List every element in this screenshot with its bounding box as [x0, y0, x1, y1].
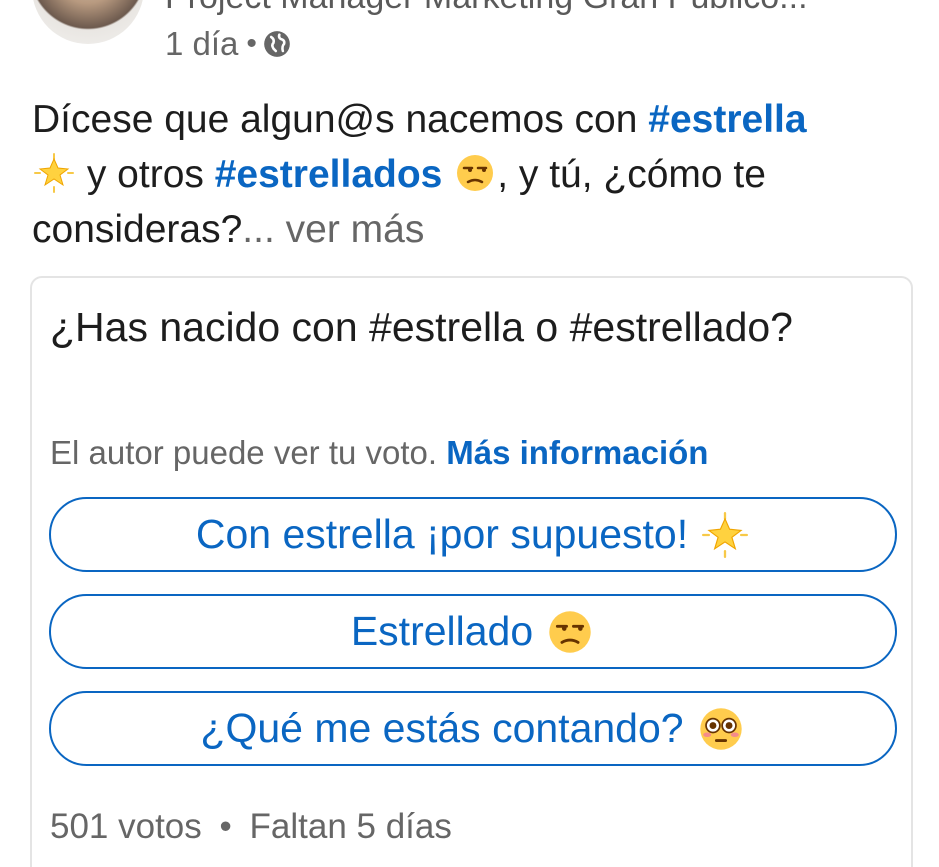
- ellipsis: ...: [242, 208, 275, 251]
- poll-option-label: ¿Qué me estás contando?: [200, 705, 684, 751]
- post-time: 1 día: [165, 25, 239, 62]
- post-text-segment: y otros: [86, 153, 215, 196]
- author-avatar[interactable]: [32, 0, 144, 44]
- flushed-face-emoji-icon: [699, 707, 742, 750]
- poll-option-button[interactable]: ¿Qué me estás contando?: [49, 691, 897, 766]
- glowing-star-emoji-icon: [34, 153, 74, 193]
- poll-footer: 501 votos • Faltan 5 días: [50, 807, 452, 847]
- poll-question: ¿Has nacido con #estrella o #estrellado?: [50, 304, 793, 350]
- hashtag-estrellados-link[interactable]: #estrellados: [215, 153, 443, 196]
- post-meta: 1 día •: [165, 24, 291, 64]
- poll-option-label: Con estrella ¡por supuesto!: [195, 511, 689, 557]
- see-more-link[interactable]: ver más: [286, 208, 425, 251]
- hashtag-estrella-link[interactable]: #estrella: [648, 98, 806, 141]
- unamused-face-emoji-icon: [549, 610, 591, 653]
- post-header: Project Manager Marketing Gran Público..…: [0, 0, 939, 70]
- footer-separator: •: [219, 807, 232, 846]
- unamused-face-emoji-icon: [457, 155, 494, 191]
- poll-option-label: Estrellado: [350, 608, 534, 654]
- post-view: Project Manager Marketing Gran Público..…: [0, 0, 939, 867]
- post-body: Dícese que algun@s nacemos con #estrella…: [32, 92, 912, 257]
- poll-time-remaining: Faltan 5 días: [249, 807, 452, 846]
- post-text-segment: Dícese que algun@s nacemos con: [32, 98, 649, 141]
- poll-note-text: El autor puede ver tu voto.: [50, 434, 438, 471]
- poll-option-button[interactable]: Estrellado: [49, 594, 897, 669]
- author-subtitle: Project Manager Marketing Gran Público..…: [165, 0, 808, 17]
- glowing-star-emoji-icon: [702, 511, 749, 558]
- poll-option-button[interactable]: Con estrella ¡por supuesto!: [49, 497, 897, 572]
- more-info-link[interactable]: Más información: [446, 434, 708, 471]
- poll-privacy-note: El autor puede ver tu voto. Más informac…: [50, 434, 708, 472]
- poll-vote-count: 501 votos: [50, 807, 202, 846]
- globe-icon: [264, 31, 290, 57]
- meta-separator: •: [246, 27, 257, 60]
- poll-card: ¿Has nacido con #estrella o #estrellado?…: [30, 276, 913, 867]
